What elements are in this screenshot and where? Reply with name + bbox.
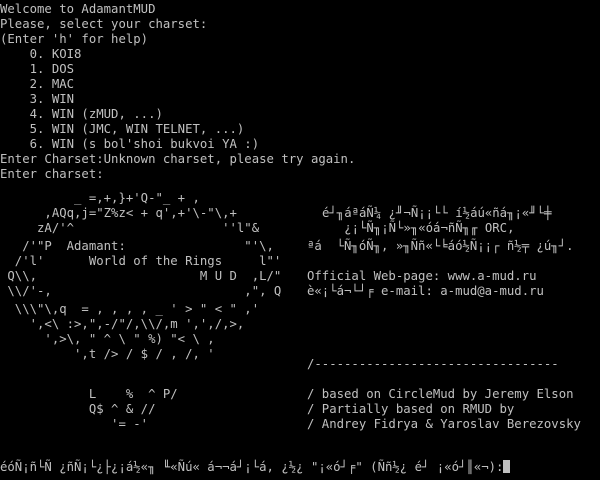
charset-option-win-jmc: 5. WIN (JMC, WIN TELNET, ...) xyxy=(0,122,245,136)
art-line: ',t /> / $ / , /, ' xyxy=(0,347,215,361)
art-line: /'l' World of the Rings l"' xyxy=(0,254,282,268)
art-line: zA/'^ ''l"& xyxy=(0,221,260,235)
text-cursor[interactable] xyxy=(503,460,511,473)
official-webpage-line: Official Web-page: www.a-mud.ru xyxy=(307,269,537,283)
art-line: ',<\ :>,",-/"/,\\/,m ',',/,>, xyxy=(0,317,245,331)
art-line: ,AQq,j="Z%z< + q',+'\-"\,+ xyxy=(0,206,237,220)
credits-divider: /--------------------------------- xyxy=(307,357,559,371)
art-line: Q$ ^ & // xyxy=(0,402,156,416)
intro-text-line: ªá └Ñ╖óÑ╖, »╖Ññ«└╘áó½Ñ¡¡┌ ñ½╤ ¿ú╖┘. xyxy=(307,239,574,253)
art-line: _ =,+,}+'Q-"_ + , xyxy=(0,191,200,205)
charset-error-line: Enter Charset:Unknown charset, please tr… xyxy=(0,152,356,166)
adamant-ascii-logo: _ =,+,}+'Q-"_ + , ,AQq,j="Z%z< + q',+'\-… xyxy=(0,0,281,431)
name-input-prompt-text: éóÑ¡ñ└Ñ ¿ñÑ¡└¿├¿¡á½«╖ ╙«Ñú« á¬¬á┘¡└á, ¿½… xyxy=(0,460,504,474)
intro-text-line: ¿¡└Ñ╖¡Ñ└»╖«óá¬ñÑ╖╓ ORC, xyxy=(322,221,515,235)
art-line: /'"P Adamant: "'\, xyxy=(0,239,274,253)
credit-line: / Andrey Fidrya & Yaroslav Berezovsky xyxy=(307,417,581,431)
credit-line: / based on CircleMud by Jeremy Elson xyxy=(307,387,574,401)
name-input-prompt[interactable]: éóÑ¡ñ└Ñ ¿ñÑ¡└¿├¿¡á½«╖ ╙«Ñú« á¬¬á┘¡└á, ¿½… xyxy=(0,460,511,475)
intro-text-line: é┘╖áªáÑ¼ ¿╜¬Ñ¡¡└└ í½áú«ñá╖¡«╜└╪ xyxy=(322,206,552,220)
art-line: L % ^ P/ xyxy=(0,387,178,401)
charset-option-win-ya: 6. WIN (s bol'shoi bukvoi YA :) xyxy=(0,137,260,151)
art-line: \\/'-, ,", Q xyxy=(0,284,282,298)
select-charset-prompt: Please, select your charset: xyxy=(0,17,208,31)
art-line: ',>\, " ^ \ " %) "< \ , xyxy=(0,332,215,346)
art-line: '= -' xyxy=(0,417,149,431)
credit-line: / Partially based on RMUD by xyxy=(307,402,515,416)
terminal-window[interactable]: Welcome to AdamantMUD Please, select you… xyxy=(0,0,600,480)
contact-email-line: è«¡└á¬└┘╒ e-mail: a-mud@a-mud.ru xyxy=(307,284,544,298)
art-line: Q\\, M U D ,L/" xyxy=(0,269,282,283)
art-line: \\\"\,q = , , , , _ ' > " < " ,' xyxy=(0,302,260,316)
